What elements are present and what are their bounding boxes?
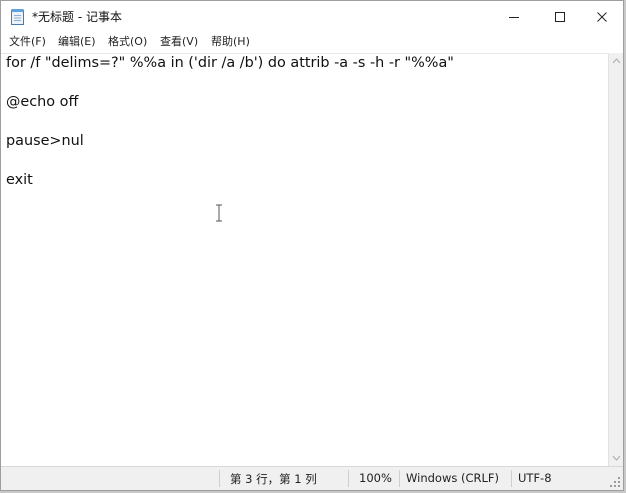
scroll-down-icon[interactable] — [609, 450, 624, 466]
editor-line: @echo off — [6, 94, 79, 110]
encoding: UTF-8 — [518, 471, 552, 485]
line-ending: Windows (CRLF) — [406, 471, 500, 485]
menu-format[interactable]: 格式(O) — [108, 33, 147, 53]
menu-view[interactable]: 查看(V) — [160, 33, 198, 53]
status-divider — [399, 470, 400, 487]
ibeam-cursor-icon — [214, 204, 224, 222]
minimize-button[interactable] — [491, 1, 537, 33]
editor-line: exit — [6, 172, 33, 188]
editor-line: pause>nul — [6, 133, 84, 149]
status-divider — [219, 470, 220, 487]
zoom-level: 100% — [359, 471, 392, 485]
title-bar[interactable]: *无标题 - 记事本 — [1, 1, 623, 33]
menu-help[interactable]: 帮助(H) — [211, 33, 250, 53]
menu-edit[interactable]: 编辑(E) — [58, 33, 96, 53]
vertical-scrollbar[interactable] — [608, 53, 623, 466]
minimize-icon — [509, 17, 519, 18]
maximize-icon — [555, 12, 565, 22]
status-divider — [348, 470, 349, 487]
maximize-button[interactable] — [537, 1, 583, 33]
status-divider — [511, 470, 512, 487]
status-bar: 第 3 行，第 1 列 100% Windows (CRLF) UTF-8 — [1, 466, 623, 490]
editor-line: for /f "delims=?" %%a in ('dir /a /b') d… — [6, 55, 454, 71]
menu-bar: 文件(F) 编辑(E) 格式(O) 查看(V) 帮助(H) — [1, 33, 623, 53]
close-button[interactable] — [579, 1, 625, 33]
text-editor[interactable]: for /f "delims=?" %%a in ('dir /a /b') d… — [1, 53, 608, 467]
menu-file[interactable]: 文件(F) — [9, 33, 46, 53]
scroll-up-icon[interactable] — [609, 53, 624, 69]
window-title: *无标题 - 记事本 — [32, 10, 122, 24]
close-icon — [597, 12, 607, 22]
resize-grip-icon[interactable] — [609, 473, 621, 487]
notepad-window: *无标题 - 记事本 文件(F) 编辑(E) 格式(O) 查看(V) 帮助(H)… — [0, 0, 624, 491]
notepad-app-icon[interactable] — [10, 8, 26, 26]
cursor-position: 第 3 行，第 1 列 — [230, 472, 317, 486]
